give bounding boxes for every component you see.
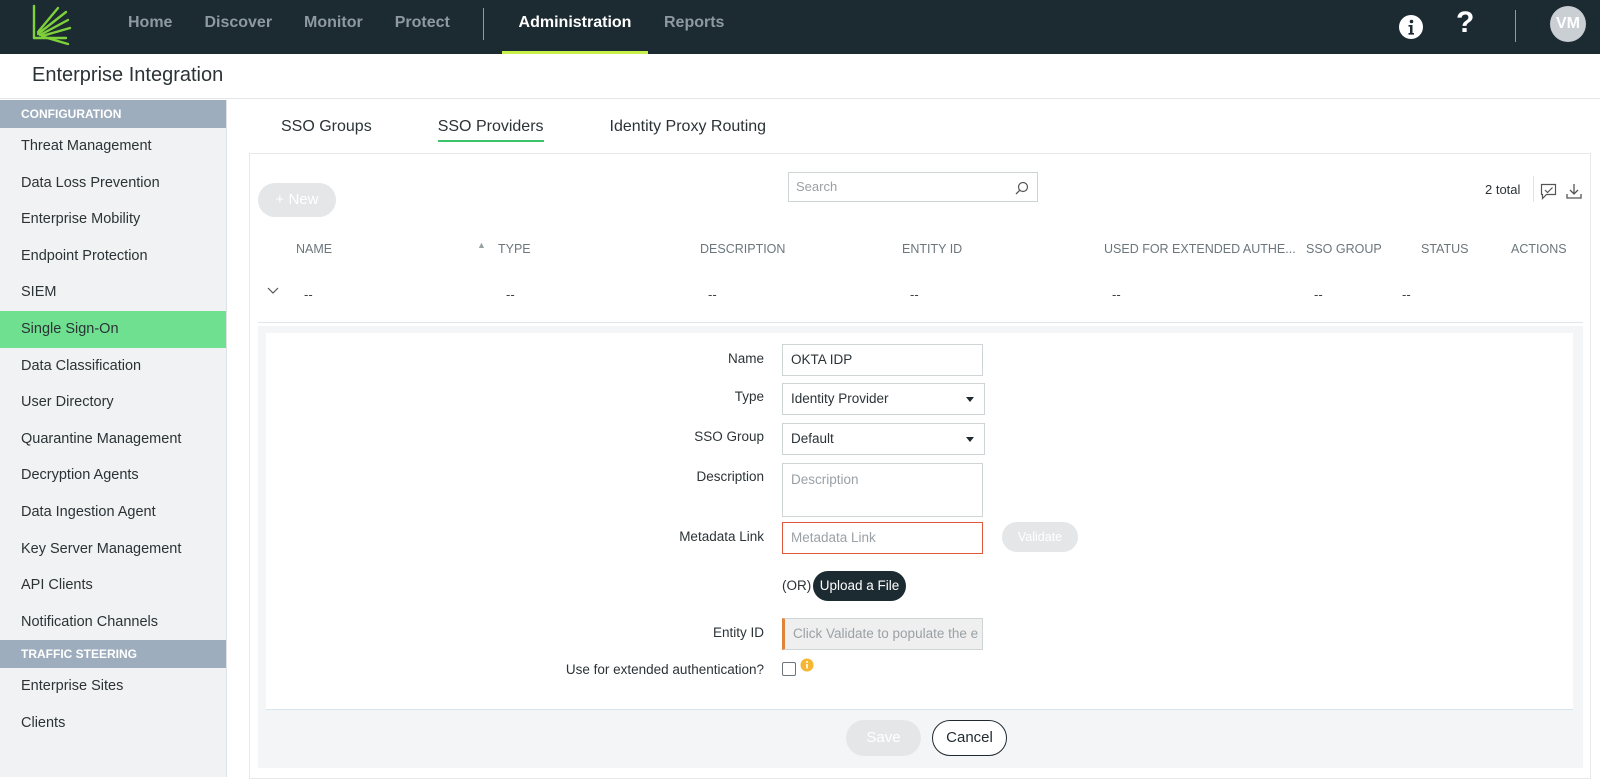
- info-icon[interactable]: [800, 658, 814, 672]
- page-title: Enterprise Integration: [32, 64, 224, 86]
- nav-protect[interactable]: Protect: [379, 0, 466, 54]
- table-cell-description: --: [708, 287, 717, 302]
- extended-auth-checkbox[interactable]: [782, 662, 796, 676]
- sidebar-item-data-classification[interactable]: Data Classification: [0, 348, 226, 385]
- avatar[interactable]: VM: [1550, 6, 1586, 42]
- sidebar-item-user-directory[interactable]: User Directory: [0, 384, 226, 421]
- sidebar-section-configuration: CONFIGURATION: [0, 100, 226, 128]
- comment-icon[interactable]: [1540, 183, 1557, 200]
- table-cell-status: --: [1402, 287, 1411, 302]
- type-label: Type: [734, 389, 764, 404]
- top-divider: [1515, 10, 1516, 42]
- chevron-down-icon[interactable]: [267, 287, 279, 295]
- sidebar-section-traffic-steering: TRAFFIC STEERING: [0, 640, 226, 669]
- row-divider: [258, 322, 1583, 323]
- sidebar-item-threat-management[interactable]: Threat Management: [0, 128, 226, 165]
- help-icon[interactable]: ?: [1456, 6, 1474, 40]
- table-cell-extended-auth: --: [1112, 287, 1121, 302]
- sidebar-item-enterprise-sites[interactable]: Enterprise Sites: [0, 668, 226, 705]
- nav-divider: [483, 8, 484, 40]
- tab-sso-providers[interactable]: SSO Providers: [437, 118, 544, 142]
- metadata-link-label: Metadata Link: [679, 529, 764, 544]
- caret-down-icon: [966, 437, 974, 442]
- table-cell-sso-group: --: [1314, 287, 1323, 302]
- table-cell-name: --: [304, 287, 313, 302]
- download-icon[interactable]: [1565, 182, 1583, 200]
- sort-asc-icon[interactable]: ▲: [477, 240, 486, 250]
- type-select[interactable]: Identity Provider: [782, 383, 985, 415]
- upload-file-button[interactable]: Upload a File: [813, 571, 906, 601]
- tab-sso-groups[interactable]: SSO Groups: [281, 118, 372, 142]
- tab-identity-proxy-routing[interactable]: Identity Proxy Routing: [610, 118, 767, 142]
- sidebar-item-enterprise-mobility[interactable]: Enterprise Mobility: [0, 201, 226, 238]
- tab-bar: SSO Groups SSO Providers Identity Proxy …: [281, 118, 832, 142]
- main-nav: Home Discover Monitor Protect: [112, 0, 466, 54]
- new-button[interactable]: + New: [258, 183, 336, 217]
- sidebar: CONFIGURATION Threat Management Data Los…: [0, 100, 227, 777]
- sidebar-item-key-server-management[interactable]: Key Server Management: [0, 531, 226, 568]
- toolbar-divider: [1533, 176, 1534, 202]
- extended-auth-label: Use for extended authentication?: [565, 662, 764, 677]
- column-header-extended-auth[interactable]: USED FOR EXTENDED AUTHE...: [1104, 242, 1296, 256]
- nav-reports[interactable]: Reports: [648, 0, 740, 46]
- table-cell-entity-id: --: [910, 287, 919, 302]
- info-icon[interactable]: [1398, 14, 1424, 40]
- column-header-actions: ACTIONS: [1511, 242, 1567, 256]
- sidebar-item-decryption-agents[interactable]: Decryption Agents: [0, 457, 226, 494]
- top-nav-bar: Home Discover Monitor Protect Administra…: [0, 0, 1600, 54]
- sidebar-item-api-clients[interactable]: API Clients: [0, 567, 226, 604]
- column-header-description[interactable]: DESCRIPTION: [700, 242, 785, 256]
- table-cell-type: --: [506, 287, 515, 302]
- column-header-name[interactable]: NAME: [296, 242, 332, 256]
- sidebar-item-quarantine-management[interactable]: Quarantine Management: [0, 421, 226, 458]
- sidebar-item-data-ingestion-agent[interactable]: Data Ingestion Agent: [0, 494, 226, 531]
- nav-monitor[interactable]: Monitor: [288, 0, 379, 54]
- entity-id-label: Entity ID: [712, 625, 764, 640]
- nav-discover[interactable]: Discover: [188, 0, 288, 54]
- sidebar-item-notification-channels[interactable]: Notification Channels: [0, 604, 226, 641]
- or-text: (OR): [782, 578, 812, 593]
- sidebar-item-siem[interactable]: SIEM: [0, 274, 226, 311]
- search-icon[interactable]: [1015, 181, 1029, 195]
- name-label: Name: [727, 351, 764, 366]
- column-header-entity-id[interactable]: ENTITY ID: [902, 242, 962, 256]
- metadata-link-field[interactable]: Metadata Link: [782, 522, 983, 554]
- type-select-value: Identity Provider: [791, 391, 889, 406]
- column-header-sso-group[interactable]: SSO GROUP: [1306, 242, 1382, 256]
- brand-logo[interactable]: [30, 4, 72, 46]
- name-field[interactable]: OKTA IDP: [782, 344, 983, 376]
- sidebar-item-endpoint-protection[interactable]: Endpoint Protection: [0, 238, 226, 275]
- sidebar-item-data-loss-prevention[interactable]: Data Loss Prevention: [0, 165, 226, 202]
- cancel-button[interactable]: Cancel: [932, 720, 1007, 756]
- validate-button[interactable]: Validate: [1002, 522, 1078, 552]
- nav-administration[interactable]: Administration: [502, 0, 648, 54]
- description-label: Description: [696, 469, 764, 484]
- total-count: 2 total: [1485, 182, 1521, 197]
- save-button[interactable]: Save: [846, 720, 921, 756]
- sso-group-label: SSO Group: [694, 429, 764, 444]
- sso-group-select-value: Default: [791, 431, 834, 446]
- sidebar-item-clients[interactable]: Clients: [0, 705, 226, 742]
- entity-id-field[interactable]: Click Validate to populate the e: [782, 618, 983, 650]
- search-input[interactable]: Search: [788, 172, 1038, 202]
- description-field[interactable]: Description: [782, 463, 983, 517]
- sso-group-select[interactable]: Default: [782, 423, 985, 455]
- title-divider: [0, 98, 1600, 99]
- sidebar-item-single-sign-on[interactable]: Single Sign-On: [0, 310, 226, 348]
- nav-home[interactable]: Home: [112, 0, 188, 54]
- column-header-status[interactable]: STATUS: [1421, 242, 1468, 256]
- caret-down-icon: [966, 397, 974, 402]
- column-header-type[interactable]: TYPE: [498, 242, 531, 256]
